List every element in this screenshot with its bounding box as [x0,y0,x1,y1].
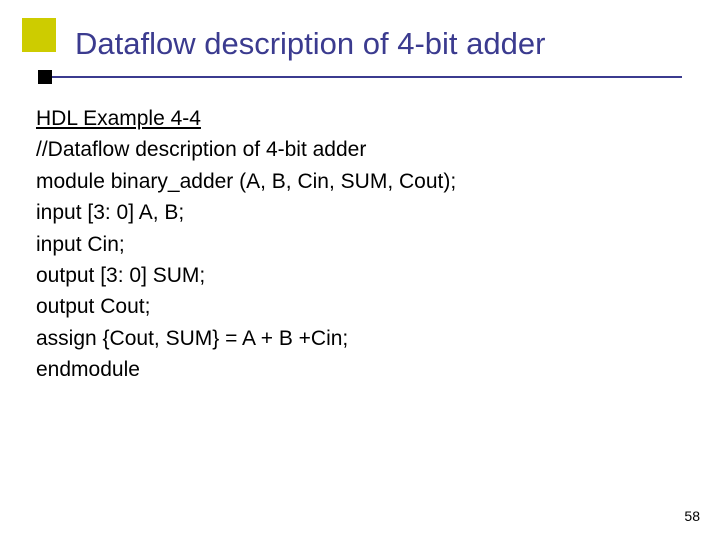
code-line: //Dataflow description of 4-bit adder [36,135,680,164]
code-line: input [3: 0] A, B; [36,198,680,227]
slide-body: HDL Example 4-4 //Dataflow description o… [36,104,680,387]
page-number: 58 [684,508,700,524]
code-line: module binary_adder (A, B, Cin, SUM, Cou… [36,167,680,196]
code-line: output Cout; [36,292,680,321]
example-label: HDL Example 4-4 [36,104,680,133]
code-line: endmodule [36,355,680,384]
code-line: assign {Cout, SUM} = A + B +Cin; [36,324,680,353]
slide-title: Dataflow description of 4-bit adder [75,26,545,62]
accent-square-yellow [22,18,56,52]
code-line: output [3: 0] SUM; [36,261,680,290]
accent-square-black [38,70,52,84]
title-underline [52,76,682,78]
code-line: input Cin; [36,230,680,259]
